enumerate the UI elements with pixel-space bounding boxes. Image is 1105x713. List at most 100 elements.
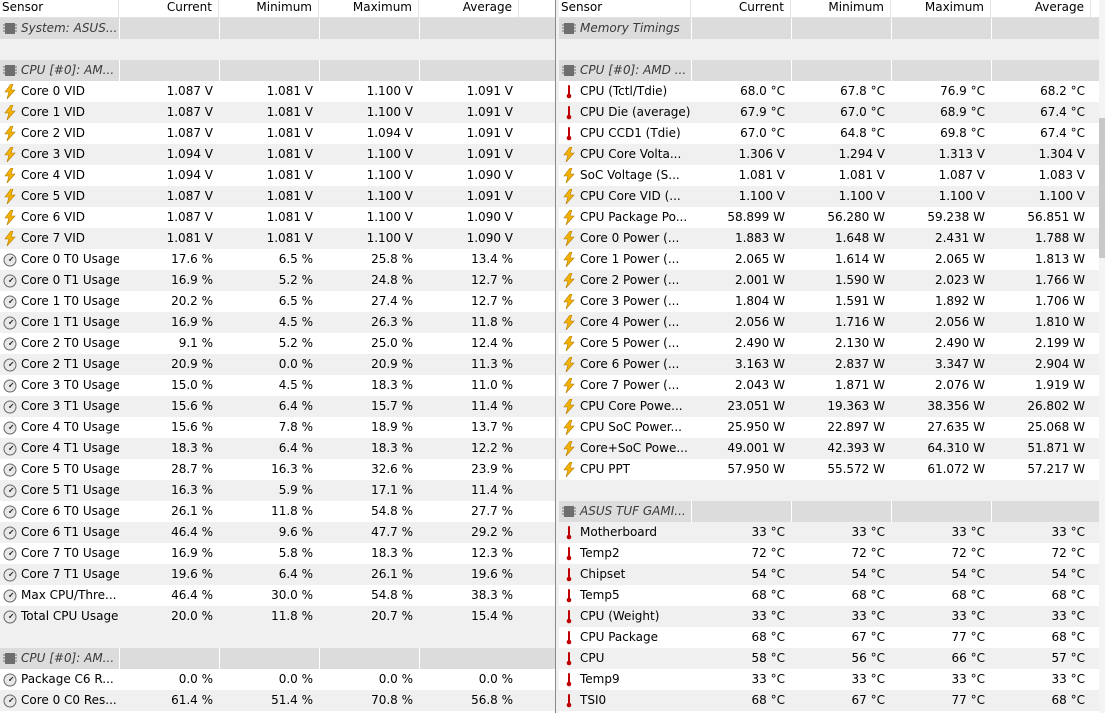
sensor-row[interactable]: Core 2 T1 Usage 20.9 % 0.0 % 20.9 % 11.3 % [0, 354, 555, 375]
sensor-row[interactable]: Core 7 Power (... 2.043 W 1.871 W 2.076 W 1.… [559, 375, 1105, 396]
column-separator [791, 501, 792, 522]
sensor-row[interactable]: Core 1 T1 Usage 16.9 % 4.5 % 26.3 % 11.8 % [0, 312, 555, 333]
sensor-row[interactable]: CPU (Tctl/Tdie) 68.0 °C 67.8 °C 76.9 °C 68.2… [559, 81, 1105, 102]
maximum-value: 27.4 % [371, 294, 413, 308]
col-header-current[interactable]: Current [691, 0, 791, 17]
average-value: 11.0 % [471, 378, 513, 392]
sensor-row[interactable]: CPU Core Powe... 23.051 W 19.363 W 38.356 W… [559, 396, 1105, 417]
average-value: 1.091 V [466, 84, 513, 98]
current-value: 2.043 W [734, 378, 785, 392]
current-value: 1.087 V [166, 105, 213, 119]
sensor-row[interactable]: Core 7 T0 Usage 16.9 % 5.8 % 18.3 % 12.3 % [0, 543, 555, 564]
sensor-row[interactable]: Motherboard 33 °C 33 °C 33 °C 33 °C [559, 522, 1105, 543]
minimum-value: 0.0 % [278, 672, 313, 686]
scrollbar-thumb[interactable] [1099, 118, 1105, 258]
sensor-row[interactable]: Core 5 Power (... 2.490 W 2.130 W 2.490 W 2.… [559, 333, 1105, 354]
sensor-row[interactable]: CPU Package 68 °C 67 °C 77 °C 68 °C [559, 627, 1105, 648]
sensor-row[interactable]: Core 3 VID 1.094 V 1.081 V 1.100 V 1.091 V [0, 144, 555, 165]
maximum-value: 68 °C [951, 588, 985, 602]
sensor-row[interactable]: TSI0 68 °C 67 °C 77 °C 68 °C [559, 690, 1105, 711]
sensor-row[interactable]: Temp2 72 °C 72 °C 72 °C 72 °C [559, 543, 1105, 564]
sensor-row[interactable]: Core 1 Power (... 2.065 W 1.614 W 2.065 W 1.… [559, 249, 1105, 270]
sensor-row[interactable]: Core 1 T0 Usage 20.2 % 6.5 % 27.4 % 12.7 % [0, 291, 555, 312]
sensor-row[interactable]: Core 2 T0 Usage 9.1 % 5.2 % 25.0 % 12.4 % [0, 333, 555, 354]
col-header-sensor[interactable]: Sensor [0, 0, 119, 17]
sensor-row[interactable]: Core 6 Power (... 3.163 W 2.837 W 3.347 W 2.… [559, 354, 1105, 375]
left-sensor-list: System: ASUS... CPU [#0]: AM... Core 0 VID… [0, 18, 555, 711]
sensor-row[interactable]: Core+SoC Powe... 49.001 W 42.393 W 64.310 W… [559, 438, 1105, 459]
right-sensor-panel: Sensor Current Minimum Maximum Average M… [559, 0, 1105, 713]
sensor-row[interactable]: Core 3 Power (... 1.804 W 1.591 W 1.892 W 1.… [559, 291, 1105, 312]
current-value: 46.4 % [171, 525, 213, 539]
sensor-row[interactable]: Core 7 T1 Usage 19.6 % 6.4 % 26.1 % 19.6 % [0, 564, 555, 585]
sensor-row[interactable]: Core 7 VID 1.081 V 1.081 V 1.100 V 1.090 V [0, 228, 555, 249]
sensor-row[interactable]: Core 6 T1 Usage 46.4 % 9.6 % 47.7 % 29.2 % [0, 522, 555, 543]
minimum-value: 19.363 W [827, 399, 885, 413]
col-header-maximum[interactable]: Maximum [319, 0, 419, 17]
current-value: 1.883 W [734, 231, 785, 245]
sensor-group-header[interactable]: Memory Timings [559, 18, 1105, 39]
minimum-value: 1.648 W [834, 231, 885, 245]
sensor-row[interactable]: CPU (Weight) 33 °C 33 °C 33 °C 33 °C [559, 606, 1105, 627]
sensor-row[interactable]: CPU CCD1 (Tdie) 67.0 °C 64.8 °C 69.8 °C 67.4… [559, 123, 1105, 144]
sensor-row[interactable]: Core 0 C0 Res... 61.4 % 51.4 % 70.8 % 56.8 % [0, 690, 555, 711]
sensor-group-header[interactable]: System: ASUS... [0, 18, 555, 39]
sensor-row[interactable]: Core 0 T0 Usage 17.6 % 6.5 % 25.8 % 13.4 % [0, 249, 555, 270]
sensor-row[interactable]: CPU 58 °C 56 °C 66 °C 57 °C [559, 648, 1105, 669]
sensor-row[interactable]: Core 2 Power (... 2.001 W 1.590 W 2.023 W 1.… [559, 270, 1105, 291]
maximum-value: 54.8 % [371, 504, 413, 518]
sensor-row[interactable]: Core 6 T0 Usage 26.1 % 11.8 % 54.8 % 27.7 % [0, 501, 555, 522]
maximum-value: 70.8 % [371, 693, 413, 707]
sensor-row[interactable]: Core 0 T1 Usage 16.9 % 5.2 % 24.8 % 12.7 % [0, 270, 555, 291]
sensor-group-header[interactable]: ASUS TUF GAMI... [559, 501, 1105, 522]
sensor-row[interactable]: CPU Die (average) 67.9 °C 67.0 °C 68.9 °C 67… [559, 102, 1105, 123]
sensor-row[interactable]: Core 3 T1 Usage 15.6 % 6.4 % 15.7 % 11.4 % [0, 396, 555, 417]
sensor-row[interactable]: Core 4 T0 Usage 15.6 % 7.8 % 18.9 % 13.7 % [0, 417, 555, 438]
col-header-minimum[interactable]: Minimum [219, 0, 319, 17]
current-value: 58.899 W [727, 210, 785, 224]
sensor-row[interactable]: Core 0 Power (... 1.883 W 1.648 W 2.431 W 1.… [559, 228, 1105, 249]
col-header-maximum[interactable]: Maximum [891, 0, 991, 17]
col-header-average[interactable]: Average [419, 0, 519, 17]
col-header-average[interactable]: Average [991, 0, 1091, 17]
sensor-row[interactable]: SoC Voltage (S... 1.081 V 1.081 V 1.087 V 1.… [559, 165, 1105, 186]
current-value: 68 °C [751, 630, 785, 644]
sensor-row[interactable]: CPU PPT 57.950 W 55.572 W 61.072 W 57.217 W [559, 459, 1105, 480]
sensor-row[interactable]: Core 3 T0 Usage 15.0 % 4.5 % 18.3 % 11.0 % [0, 375, 555, 396]
col-header-minimum[interactable]: Minimum [791, 0, 891, 17]
sensor-row[interactable]: Core 4 Power (... 2.056 W 1.716 W 2.056 W 1.… [559, 312, 1105, 333]
sensor-row[interactable]: Chipset 54 °C 54 °C 54 °C 54 °C [559, 564, 1105, 585]
sensor-group-header[interactable]: CPU [#0]: AM... [0, 60, 555, 81]
maximum-value: 0.0 % [378, 672, 413, 686]
vertical-scrollbar[interactable] [1099, 0, 1105, 713]
maximum-value: 2.076 W [934, 378, 985, 392]
sensor-row[interactable]: Core 5 T0 Usage 28.7 % 16.3 % 32.6 % 23.9 % [0, 459, 555, 480]
sensor-row[interactable]: CPU Package Po... 58.899 W 56.280 W 59.238 … [559, 207, 1105, 228]
sensor-row[interactable]: CPU Core Volta... 1.306 V 1.294 V 1.313 V 1.… [559, 144, 1105, 165]
sensor-group-header[interactable]: CPU [#0]: AM... [0, 648, 555, 669]
maximum-value: 33 °C [951, 672, 985, 686]
maximum-value: 27.635 W [927, 420, 985, 434]
sensor-name: Core 6 VID [21, 210, 86, 224]
sensor-row[interactable]: Core 4 T1 Usage 18.3 % 6.4 % 18.3 % 12.2 % [0, 438, 555, 459]
sensor-row[interactable]: Temp9 33 °C 33 °C 33 °C 33 °C [559, 669, 1105, 690]
sensor-row[interactable]: Core 1 VID 1.087 V 1.081 V 1.100 V 1.091 V [0, 102, 555, 123]
sensor-row[interactable]: Max CPU/Thre... 46.4 % 30.0 % 54.8 % 38.3 % [0, 585, 555, 606]
sensor-row[interactable]: Core 5 VID 1.087 V 1.081 V 1.100 V 1.091 V [0, 186, 555, 207]
col-header-current[interactable]: Current [119, 0, 219, 17]
average-value: 38.3 % [471, 588, 513, 602]
sensor-row[interactable]: Core 4 VID 1.094 V 1.081 V 1.100 V 1.090 V [0, 165, 555, 186]
average-value: 72 °C [1051, 546, 1085, 560]
sensor-row[interactable]: Core 6 VID 1.087 V 1.081 V 1.100 V 1.090 V [0, 207, 555, 228]
sensor-row[interactable]: Core 2 VID 1.087 V 1.081 V 1.094 V 1.091 V [0, 123, 555, 144]
sensor-row[interactable]: Package C6 R... 0.0 % 0.0 % 0.0 % 0.0 % [0, 669, 555, 690]
sensor-group-header[interactable]: CPU [#0]: AMD ... [559, 60, 1105, 81]
col-header-sensor[interactable]: Sensor [559, 0, 691, 17]
sensor-row[interactable]: Temp5 68 °C 68 °C 68 °C 68 °C [559, 585, 1105, 606]
sensor-row[interactable]: CPU SoC Power... 25.950 W 22.897 W 27.635 W… [559, 417, 1105, 438]
maximum-value: 72 °C [951, 546, 985, 560]
sensor-row[interactable]: Total CPU Usage 20.0 % 11.8 % 20.7 % 15.4 % [0, 606, 555, 627]
sensor-row[interactable]: Core 0 VID 1.087 V 1.081 V 1.100 V 1.091 V [0, 81, 555, 102]
sensor-row[interactable]: Core 5 T1 Usage 16.3 % 5.9 % 17.1 % 11.4 % [0, 480, 555, 501]
sensor-row[interactable]: CPU Core VID (... 1.100 V 1.100 V 1.100 V 1.… [559, 186, 1105, 207]
